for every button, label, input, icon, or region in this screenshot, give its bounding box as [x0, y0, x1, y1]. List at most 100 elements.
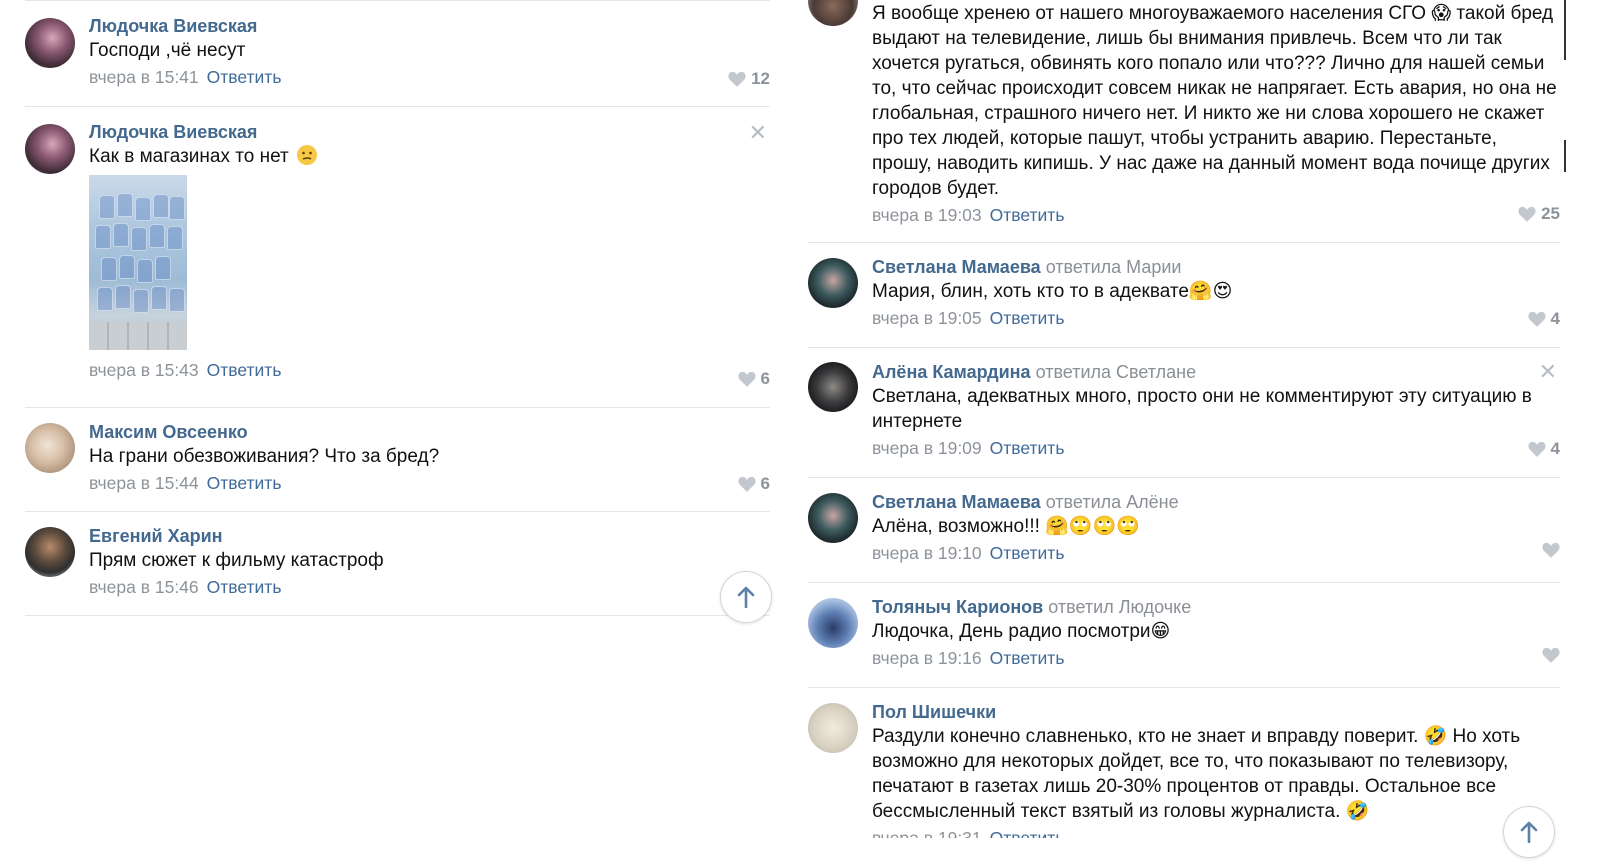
- reply-button[interactable]: Ответить: [207, 473, 282, 493]
- reply-button[interactable]: Ответить: [207, 577, 282, 597]
- comment-text: Раздули конечно славненько, кто не знает…: [872, 726, 1521, 822]
- like-count: 6: [760, 474, 770, 493]
- reply-button[interactable]: Ответить: [990, 543, 1065, 563]
- reply-to-label[interactable]: ответила Алёне: [1046, 492, 1179, 512]
- like-button[interactable]: 4: [1527, 309, 1560, 329]
- scrollbar-edge[interactable]: [1564, 0, 1566, 60]
- comment-meta: вчера в 19:16 Ответить: [872, 646, 1560, 670]
- comment-author[interactable]: Людочка Виевская: [89, 14, 770, 38]
- avatar[interactable]: [25, 423, 75, 473]
- comment-text-content: Как в магазинах то нет: [89, 146, 289, 167]
- reply-to-label[interactable]: ответил Людочке: [1048, 597, 1191, 617]
- comment-time[interactable]: вчера в 15:46: [89, 577, 199, 597]
- avatar[interactable]: [808, 703, 858, 753]
- reply-to-label[interactable]: ответила Марии: [1046, 257, 1182, 277]
- reply-button[interactable]: Ответить: [990, 828, 1065, 838]
- comment: Максим Овсеенко На грани обезвоживания? …: [25, 408, 770, 512]
- avatar[interactable]: [808, 0, 858, 26]
- comment-time[interactable]: вчера в 19:16: [872, 648, 982, 668]
- comment-author: Алёна Камардина ответила Светлане: [872, 360, 1560, 384]
- comment-author: Толяныч Карионов ответил Людочке: [872, 595, 1560, 619]
- reply-button[interactable]: Ответить: [207, 67, 282, 87]
- comment: ✕ Людочка Виевская Как в магазинах то не…: [25, 107, 770, 408]
- like-button[interactable]: [1542, 647, 1560, 663]
- heart-icon: [1527, 441, 1546, 457]
- author-name[interactable]: Светлана Мамаева: [872, 492, 1041, 512]
- comment-time[interactable]: вчера в 15:43: [89, 360, 199, 380]
- reply-button[interactable]: Ответить: [990, 308, 1065, 328]
- author-name[interactable]: Светлана Мамаева: [872, 257, 1041, 277]
- comment-text: Я вообще хренею от нашего многоуважаемог…: [872, 3, 1557, 199]
- comment-time[interactable]: вчера в 15:44: [89, 473, 199, 493]
- comment: Евгений Харин Прям сюжет к фильму катаст…: [25, 512, 770, 616]
- close-icon[interactable]: ✕: [749, 122, 767, 144]
- comment-meta: вчера в 19:05 Ответить: [872, 306, 1560, 330]
- like-button[interactable]: 6: [737, 369, 770, 389]
- comment-time[interactable]: вчера в 15:41: [89, 67, 199, 87]
- author-name[interactable]: Алёна Камардина: [872, 362, 1031, 382]
- heart-icon: [737, 476, 756, 492]
- reply-button[interactable]: Ответить: [207, 360, 282, 380]
- like-count: 4: [1550, 309, 1560, 328]
- comment: Я вообще хренею от нашего многоуважаемог…: [808, 0, 1560, 243]
- comment-text: На грани обезвоживания? Что за бред?: [89, 446, 440, 467]
- comment-text: Людочка, День радио посмотри😁: [872, 621, 1171, 642]
- comment-text: Алёна, возможно!!! 🤗🙄🙄🙄: [872, 516, 1140, 537]
- comment-author[interactable]: Людочка Виевская: [89, 120, 770, 144]
- scroll-to-top-button[interactable]: [1503, 806, 1555, 858]
- close-icon[interactable]: ✕: [1539, 361, 1557, 383]
- like-button[interactable]: 25: [1518, 204, 1560, 224]
- comment-author: Светлана Мамаева ответила Алёне: [872, 490, 1560, 514]
- like-count: 6: [760, 369, 770, 388]
- like-button[interactable]: 6: [737, 474, 770, 494]
- comment-time[interactable]: вчера в 19:03: [872, 205, 982, 225]
- scroll-to-top-button[interactable]: [720, 571, 772, 623]
- like-button[interactable]: [1542, 542, 1560, 558]
- attached-photo[interactable]: [89, 175, 187, 350]
- arrow-up-icon: [1520, 821, 1538, 843]
- comment-time[interactable]: вчера в 19:09: [872, 438, 982, 458]
- comment: Светлана Мамаева ответила Марии Мария, б…: [808, 243, 1560, 348]
- reply-button[interactable]: Ответить: [990, 205, 1065, 225]
- avatar[interactable]: [25, 527, 75, 577]
- reply-button[interactable]: Ответить: [990, 438, 1065, 458]
- heart-icon: [1527, 311, 1546, 327]
- reply-to-label[interactable]: ответила Светлане: [1036, 362, 1197, 382]
- avatar[interactable]: [25, 18, 75, 68]
- comment-time[interactable]: вчера в 19:31: [872, 828, 982, 838]
- avatar[interactable]: [25, 124, 75, 174]
- comments-panel-left: Людочка Виевская Господи ,чё несут вчера…: [25, 0, 770, 616]
- reply-button[interactable]: Ответить: [990, 648, 1065, 668]
- comment-time[interactable]: вчера в 19:05: [872, 308, 982, 328]
- comment-meta: вчера в 15:41 Ответить: [89, 65, 770, 89]
- comment-author[interactable]: Максим Овсеенко: [89, 420, 770, 444]
- comment-meta: вчера в 19:10 Ответить: [872, 541, 1560, 565]
- scrollbar-edge[interactable]: [1564, 140, 1566, 172]
- heart-icon: [1542, 647, 1560, 663]
- comment-text: Светлана, адекватных много, просто они н…: [872, 386, 1532, 432]
- comment: ✕ Алёна Камардина ответила Светлане Свет…: [808, 348, 1560, 478]
- comment-author[interactable]: Пол Шишечки: [872, 700, 1560, 724]
- comment-text: Прям сюжет к фильму катастроф: [89, 550, 384, 571]
- comment-author: Светлана Мамаева ответила Марии: [872, 255, 1560, 279]
- avatar[interactable]: [808, 258, 858, 308]
- author-name[interactable]: Толяныч Карионов: [872, 597, 1043, 617]
- comment: Пол Шишечки Раздули конечно славненько, …: [808, 688, 1560, 838]
- comment-meta: вчера в 19:03 Ответить: [872, 203, 1560, 227]
- comment-meta: вчера в 19:09 Ответить: [872, 436, 1560, 460]
- comment-meta: вчера в 15:44 Ответить: [89, 471, 770, 495]
- comment-meta: вчера в 15:46 Ответить: [89, 575, 770, 599]
- avatar[interactable]: [808, 362, 858, 412]
- like-count: 12: [751, 69, 770, 88]
- comment-author[interactable]: Евгений Харин: [89, 524, 770, 548]
- like-count: 25: [1541, 204, 1560, 223]
- heart-icon: [1518, 206, 1536, 222]
- thinking-emoji-icon: [297, 145, 318, 165]
- like-button[interactable]: 4: [1527, 439, 1560, 459]
- like-button[interactable]: 12: [728, 69, 770, 89]
- avatar[interactable]: [808, 493, 858, 543]
- comment-time[interactable]: вчера в 19:10: [872, 543, 982, 563]
- avatar[interactable]: [808, 598, 858, 648]
- comment-meta: вчера в 15:43 Ответить: [89, 358, 770, 382]
- arrow-up-icon: [737, 586, 755, 608]
